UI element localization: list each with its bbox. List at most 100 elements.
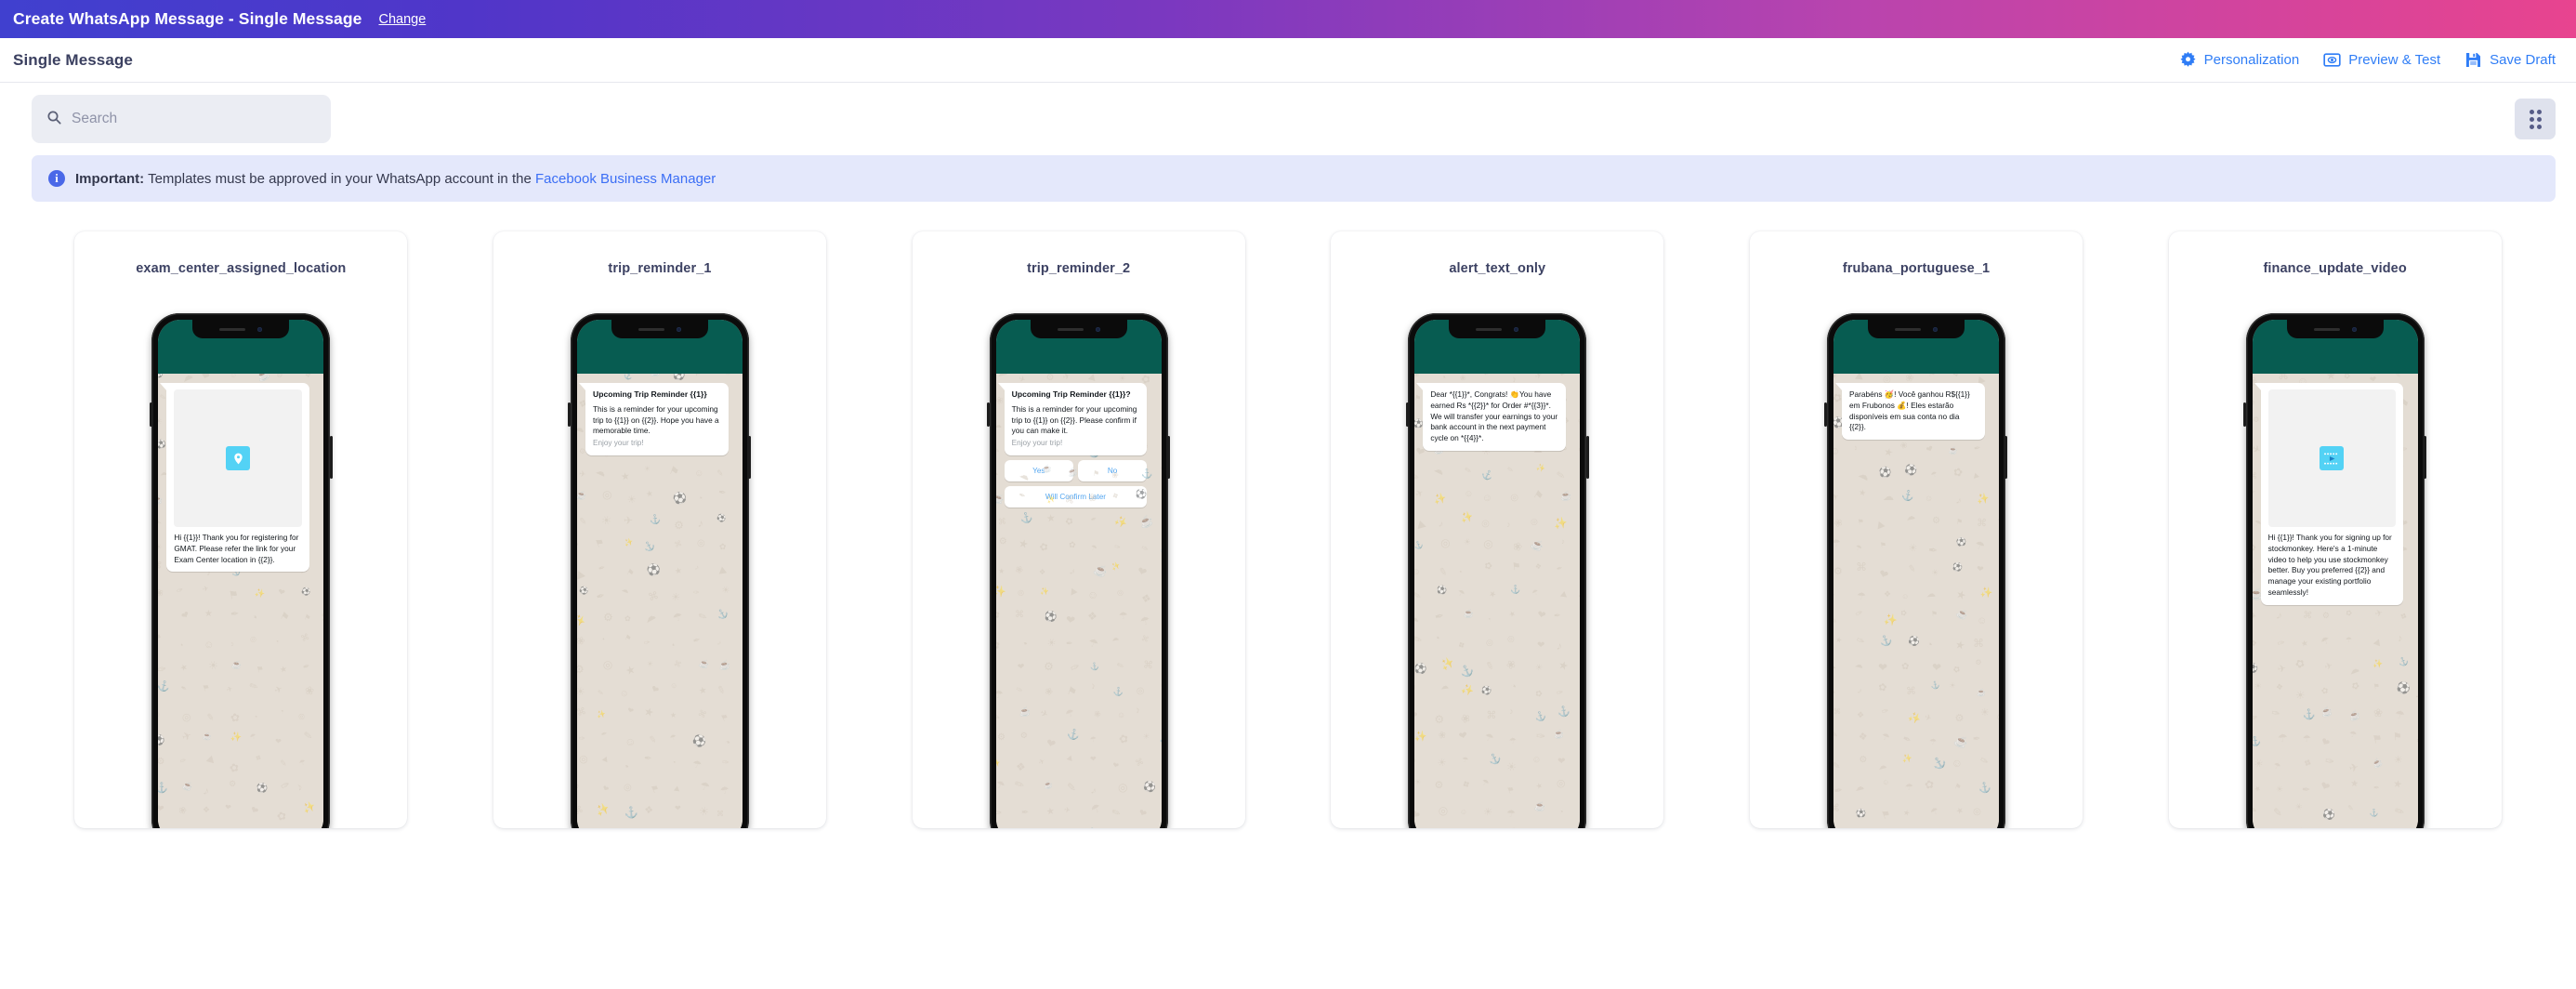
speaker-grille: [637, 327, 664, 331]
message-bubble: Upcoming Trip Reminder {{1}}? This is a …: [997, 383, 1148, 455]
phone-screen: ⚽☁❤☺☕⚙❖☺✎✨✒♪✑⚓✿◔☀⚑★◔✈✈☺★⚽✎✈♪⚙◎❀⌘☁⚽✨✨⚙⚑✨◔…: [158, 320, 324, 828]
phone-mockup: ☀⛰◎❀⚑❖⛰☂✿✨☀⚓⚑❤❀⚑⚽☁◔☂❤☺⛰⚑☺♪★❀❤☕✒✎◔☁⚽⚽☂✿⛰☂…: [1824, 313, 2008, 828]
template-card[interactable]: trip_reminder_1 ★☂⚓☕⚽★☺☁❖✈⚽★❀⚙❀❀☁✑❤⛰◎❖⚑✎…: [493, 231, 826, 828]
template-card[interactable]: trip_reminder_2 ☁✈⚙✈⛰☀✿✒❀⚑✈◔☕❀⚑☕☁⚙⚽◎☕☕☁✿…: [912, 231, 1245, 828]
banner-text: Important: Templates must be approved in…: [75, 171, 716, 187]
chat-area: ★☂⚓☕⚽★☺☁❖✈⚽★❀⚙❀❀☁✑❤⛰◎❖⚑✎⚙☂✈⌘◎★❤☀✈☁★☀⚑☺✎❀…: [576, 374, 743, 828]
phone-notch: [611, 320, 708, 338]
template-name: frubana_portuguese_1: [1842, 261, 1991, 276]
save-draft-button[interactable]: Save Draft: [2464, 51, 2556, 69]
template-name: trip_reminder_2: [1027, 261, 1131, 276]
message-bubble: Dear *{{1}}*, Congrats! 👏You have earned…: [1416, 383, 1566, 451]
personalization-button[interactable]: Personalization: [2179, 51, 2300, 69]
chat-wallpaper-pattern: ☀⛰◎❀⚑❖⛰☂✿✨☀⚓⚑❤❀⚑⚽☁◔☂❤☺⛰⚑☺♪★❀❤☕✒✎◔☁⚽⚽☂✿⛰☂…: [1833, 374, 1999, 828]
phone-screen: ❀◔❀♪♪✈❤★⚑◎⚓✨☂◎✿☂⚽◔✿⚽✿✿❖❀❤☕❀☀❀⛰⌘⚙✎☁✎⚓✎✨✎☺…: [1414, 320, 1581, 828]
grid-cell: exam_center_assigned_location ⚽☁❤☺☕⚙❖☺✎✨…: [32, 231, 451, 828]
chat-area: ☁✈⚙✈⛰☀✿✒❀⚑✈◔☕❀⚑☕☁⚙⚽◎☕☕☁✿✎☺♪❀⚓⚑⚙⚽✒☁☕☕⚑❀⚓✈…: [995, 374, 1162, 828]
quick-reply-will-confirm-later-button[interactable]: Will Confirm Later: [1004, 485, 1148, 508]
grid-cell: finance_update_video ❀⌘☺★✿❤✎☀♪☕❤✒☁⚓⚑☁⚙❀☺…: [2125, 231, 2544, 828]
media-placeholder: [2267, 389, 2397, 527]
page-title: Create WhatsApp Message - Single Message: [13, 9, 362, 28]
whatsapp-header: [995, 320, 1162, 374]
front-camera: [1932, 326, 1938, 332]
phone-mockup: ⚽☁❤☺☕⚙❖☺✎✨✒♪✑⚓✿◔☀⚑★◔✈✈☺★⚽✎✈♪⚙◎❀⌘☁⚽✨✨⚙⚑✨◔…: [149, 313, 333, 828]
front-camera: [257, 326, 263, 332]
message-body: Hi {{1}}! Thank you for signing up for s…: [2267, 533, 2395, 597]
grid-cell: alert_text_only ❀◔❀♪♪✈❤★⚑◎⚓✨☂◎✿☂⚽◔✿⚽✿✿❖❀…: [1288, 231, 1707, 828]
eye-preview-icon: [2323, 51, 2341, 69]
personalization-label: Personalization: [2203, 52, 2300, 68]
phone-notch: [2286, 320, 2384, 338]
phone-screen: ❀⌘☺★✿❤✎☀♪☕❤✒☁⚓⚑☁⚙❀☺✈⛰✿◔✒✈❀◔☁⚽☀✑☂⌘☁◎✈☂☀☂⚑…: [2252, 320, 2418, 828]
whatsapp-header: [1414, 320, 1581, 374]
message-bubble: Hi {{1}}! Thank you for registering for …: [160, 383, 309, 573]
speaker-grille: [1894, 327, 1921, 331]
media-placeholder: [174, 389, 302, 527]
phone-screen: ★☂⚓☕⚽★☺☁❖✈⚽★❀⚙❀❀☁✑❤⛰◎❖⚑✎⚙☂✈⌘◎★❤☀✈☁★☀⚑☺✎❀…: [576, 320, 743, 828]
front-camera: [1095, 326, 1100, 332]
template-card[interactable]: exam_center_assigned_location ⚽☁❤☺☕⚙❖☺✎✨…: [74, 231, 408, 828]
search-icon: [46, 110, 61, 129]
message-footer: Enjoy your trip!: [592, 439, 644, 448]
phone-notch: [1449, 320, 1546, 338]
dot-grid-icon: [2529, 109, 2542, 129]
preview-and-test-label: Preview & Test: [2348, 52, 2441, 68]
quick-reply-yes-button[interactable]: Yes: [1004, 459, 1073, 481]
phone-mockup: ★☂⚓☕⚽★☺☁❖✈⚽★❀⚙❀❀☁✑❤⛰◎❖⚑✎⚙☂✈⌘◎★❤☀✈☁★☀⚑☺✎❀…: [568, 313, 752, 828]
search-toolbar: [0, 83, 2576, 155]
chat-area: ❀◔❀♪♪✈❤★⚑◎⚓✨☂◎✿☂⚽◔✿⚽✿✿❖❀❤☕❀☀❀⛰⌘⚙✎☁✎⚓✎✨✎☺…: [1414, 374, 1581, 828]
quick-reply-no-button[interactable]: No: [1077, 459, 1148, 481]
location-pin-icon: [226, 446, 251, 470]
view-layout-toggle[interactable]: [2515, 99, 2556, 139]
facebook-business-manager-link[interactable]: Facebook Business Manager: [535, 171, 716, 187]
save-draft-label: Save Draft: [2490, 52, 2556, 68]
floppy-save-icon: [2464, 51, 2482, 69]
gear-icon: [2179, 51, 2197, 69]
phone-mockup: ❀◔❀♪♪✈❤★⚑◎⚓✨☂◎✿☂⚽◔✿⚽✿✿❖❀❤☕❀☀❀⛰⌘⚙✎☁✎⚓✎✨✎☺…: [1405, 313, 1589, 828]
phone-mockup: ❀⌘☺★✿❤✎☀♪☕❤✒☁⚓⚑☁⚙❀☺✈⛰✿◔✒✈❀◔☁⚽☀✑☂⌘☁◎✈☂☀☂⚑…: [2243, 313, 2427, 828]
message-bubble: Hi {{1}}! Thank you for signing up for s…: [2254, 383, 2404, 605]
message-body: Dear *{{1}}*, Congrats! 👏You have earned…: [1430, 389, 1560, 443]
template-name: finance_update_video: [2263, 261, 2407, 276]
search-input[interactable]: [72, 111, 316, 127]
template-name: alert_text_only: [1449, 261, 1546, 276]
template-name: trip_reminder_1: [608, 261, 712, 276]
chat-area: ⚽☁❤☺☕⚙❖☺✎✨✒♪✑⚓✿◔☀⚑★◔✈✈☺★⚽✎✈♪⚙◎❀⌘☁⚽✨✨⚙⚑✨◔…: [158, 374, 324, 828]
video-play-icon: [2320, 446, 2345, 470]
phone-mockup: ☁✈⚙✈⛰☀✿✒❀⚑✈◔☕❀⚑☕☁⚙⚽◎☕☕☁✿✎☺♪❀⚓⚑⚙⚽✒☁☕☕⚑❀⚓✈…: [987, 313, 1171, 828]
sub-header-bar: Single Message Personalization Preview &…: [0, 38, 2576, 83]
template-card[interactable]: alert_text_only ❀◔❀♪♪✈❤★⚑◎⚓✨☂◎✿☂⚽◔✿⚽✿✿❖❀…: [1331, 231, 1664, 828]
chat-area: ❀⌘☺★✿❤✎☀♪☕❤✒☁⚓⚑☁⚙❀☺✈⛰✿◔✒✈❀◔☁⚽☀✑☂⌘☁◎✈☂☀☂⚑…: [2252, 374, 2418, 828]
message-footer: Enjoy your trip!: [1011, 439, 1063, 448]
message-bubble: Parabéns 🥳! Você ganhou R${{1}} em Frubo…: [1835, 383, 1985, 441]
grid-cell: trip_reminder_2 ☁✈⚙✈⛰☀✿✒❀⚑✈◔☕❀⚑☕☁⚙⚽◎☕☕☁✿…: [869, 231, 1288, 828]
banner-strong: Important:: [75, 170, 145, 187]
whatsapp-header: [158, 320, 324, 374]
message-body: This is a reminder for your upcoming tri…: [1011, 403, 1139, 436]
banner-container: i Important: Templates must be approved …: [0, 155, 2576, 202]
speaker-grille: [1057, 327, 1084, 331]
front-camera: [2351, 326, 2357, 332]
info-icon: i: [48, 170, 65, 187]
whatsapp-header: [576, 320, 743, 374]
phone-screen: ☀⛰◎❀⚑❖⛰☂✿✨☀⚓⚑❤❀⚑⚽☁◔☂❤☺⛰⚑☺♪★❀❤☕✒✎◔☁⚽⚽☂✿⛰☂…: [1833, 320, 1999, 828]
message-body: This is a reminder for your upcoming tri…: [592, 403, 721, 436]
message-body: Parabéns 🥳! Você ganhou R${{1}} em Frubo…: [1848, 389, 1973, 432]
search-box[interactable]: [32, 95, 331, 143]
grid-cell: frubana_portuguese_1 ☀⛰◎❀⚑❖⛰☂✿✨☀⚓⚑❤❀⚑⚽☁◔…: [1707, 231, 2126, 828]
chat-area: ☀⛰◎❀⚑❖⛰☂✿✨☀⚓⚑❤❀⚑⚽☁◔☂❤☺⛰⚑☺♪★❀❤☕✒✎◔☁⚽⚽☂✿⛰☂…: [1833, 374, 1999, 828]
app-topbar: Create WhatsApp Message - Single Message…: [0, 0, 2576, 38]
template-card[interactable]: frubana_portuguese_1 ☀⛰◎❀⚑❖⛰☂✿✨☀⚓⚑❤❀⚑⚽☁◔…: [1749, 231, 2083, 828]
message-header: Upcoming Trip Reminder {{1}}: [592, 389, 707, 399]
preview-and-test-button[interactable]: Preview & Test: [2323, 51, 2440, 69]
front-camera: [676, 326, 681, 332]
front-camera: [1514, 326, 1519, 332]
template-card[interactable]: finance_update_video ❀⌘☺★✿❤✎☀♪☕❤✒☁⚓⚑☁⚙❀☺…: [2168, 231, 2502, 828]
message-header: Upcoming Trip Reminder {{1}}?: [1011, 389, 1131, 399]
banner-message: Templates must be approved in your Whats…: [144, 170, 535, 187]
change-link[interactable]: Change: [379, 12, 427, 27]
speaker-grille: [219, 327, 246, 331]
quick-reply-row: Will Confirm Later: [1004, 485, 1148, 508]
message-body: Hi {{1}}! Thank you for registering for …: [174, 533, 301, 564]
phone-notch: [1867, 320, 1965, 338]
